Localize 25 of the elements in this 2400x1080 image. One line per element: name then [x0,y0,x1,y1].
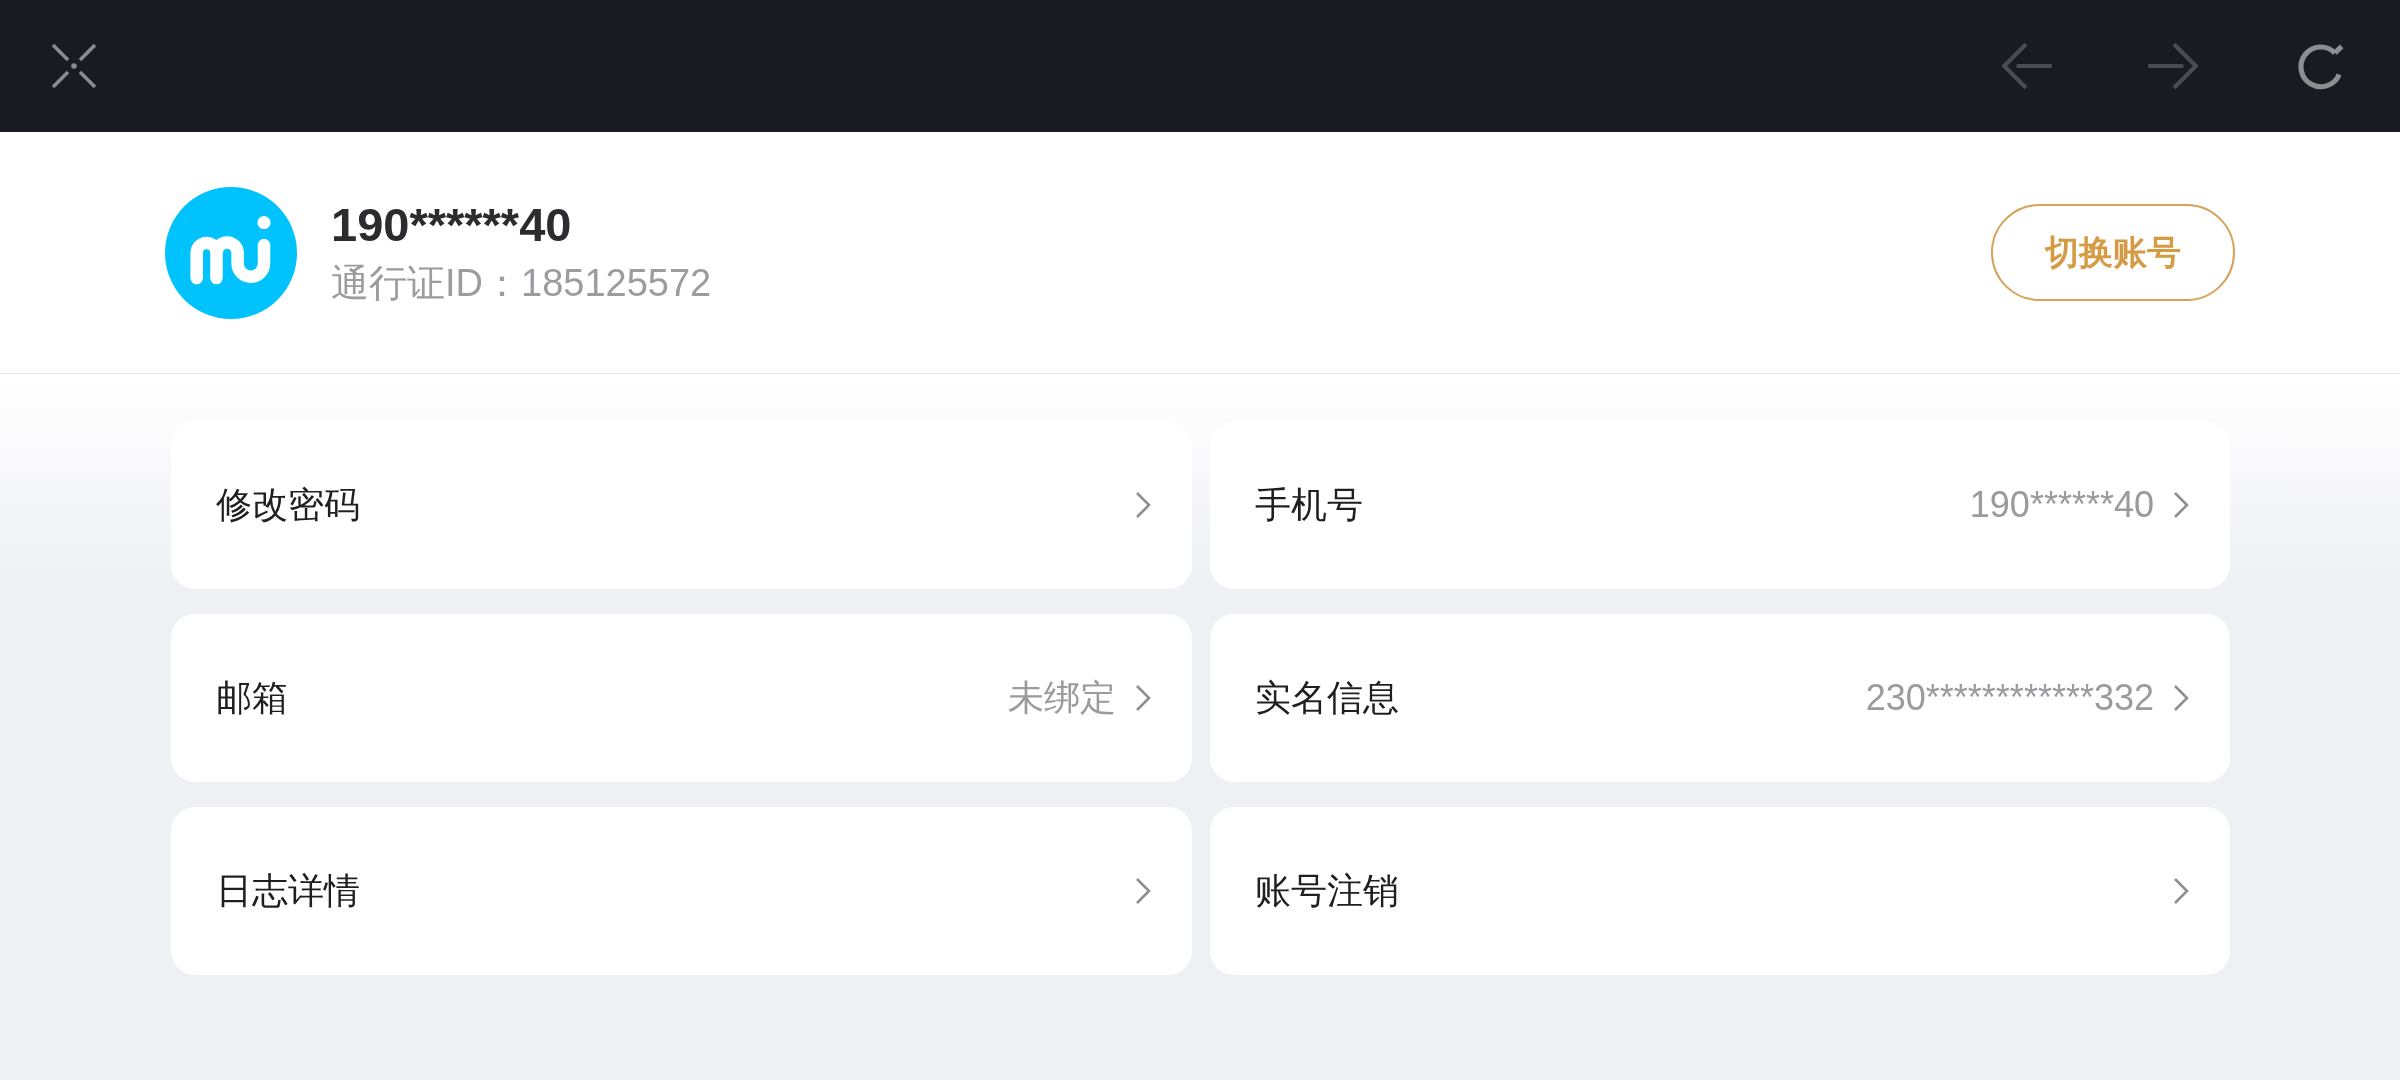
chevron-right-icon [2172,491,2190,519]
settings-item[interactable]: 实名信息 230************332 [1209,614,2230,782]
item-label: 实名信息 [1254,675,1399,720]
chevron-right-icon [1133,491,1152,519]
pass-id: 通行证ID：185125572 [331,260,712,306]
chevron-right-icon [1133,877,1152,905]
account-name: 190******40 [331,196,572,253]
close-icon [50,42,98,90]
settings-item[interactable]: 账号注销 [1209,807,2230,975]
settings-item[interactable]: 手机号 190******40 [1209,421,2230,589]
settings-item[interactable]: 修改密码 [171,421,1192,589]
settings-item[interactable]: 日志详情 [171,807,1192,975]
chevron-right-icon [2172,684,2190,712]
item-label: 修改密码 [216,482,360,527]
item-value: 230************332 [1865,677,2154,719]
settings-item[interactable]: 邮箱 未绑定 [171,614,1192,782]
chevron-right-icon [2172,877,2190,905]
item-label: 日志详情 [216,868,360,913]
item-label: 账号注销 [1254,868,1399,913]
item-label: 手机号 [1254,482,1363,527]
avatar-logo-icon [165,186,297,319]
chevron-right-icon [1133,684,1152,712]
item-value: 190******40 [1969,484,2154,526]
item-label: 邮箱 [216,675,288,720]
item-value: 未绑定 [1007,675,1116,720]
